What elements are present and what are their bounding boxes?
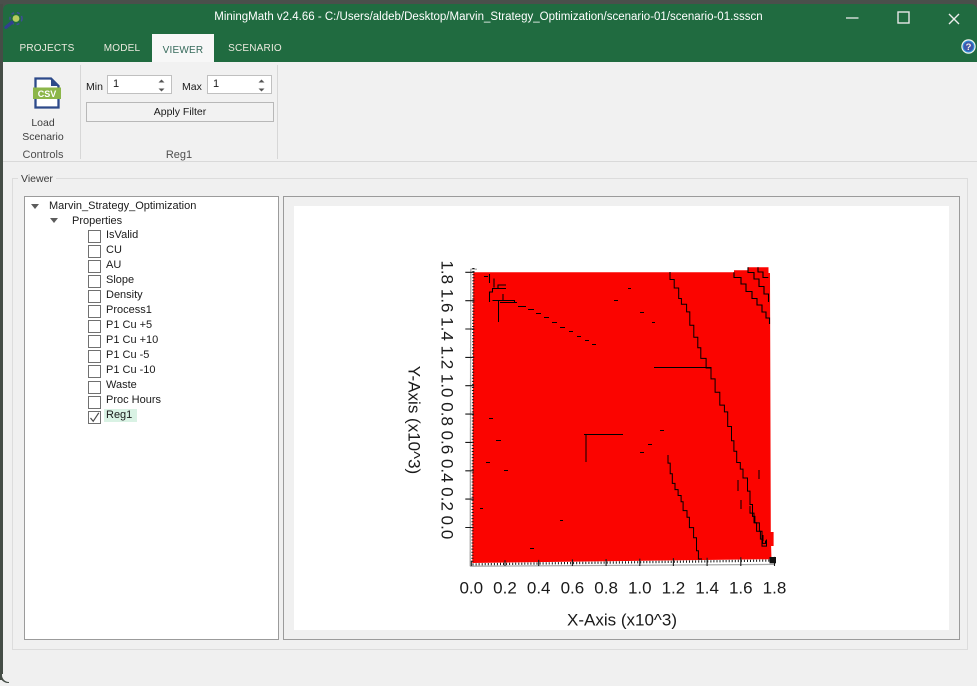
- svg-text:1.8: 1.8: [438, 260, 457, 284]
- svg-text:0.8: 0.8: [594, 578, 618, 597]
- svg-text:0.8: 0.8: [438, 402, 457, 426]
- svg-text:0.2: 0.2: [438, 487, 457, 511]
- svg-text:1.6: 1.6: [438, 289, 457, 313]
- svg-text:1.6: 1.6: [729, 578, 753, 597]
- svg-text:X-Axis (x10^3): X-Axis (x10^3): [567, 611, 677, 630]
- svg-text:0.0: 0.0: [438, 516, 457, 540]
- svg-text:1.2: 1.2: [662, 578, 686, 597]
- svg-text:0.2: 0.2: [493, 578, 517, 597]
- svg-text:1.4: 1.4: [438, 317, 457, 341]
- svg-text:0.6: 0.6: [438, 431, 457, 455]
- svg-text:0.4: 0.4: [527, 578, 551, 597]
- svg-text:1.0: 1.0: [628, 578, 652, 597]
- svg-text:0.6: 0.6: [561, 578, 585, 597]
- svg-text:?: ?: [966, 42, 972, 53]
- svg-text:1.0: 1.0: [438, 374, 457, 398]
- svg-text:0.4: 0.4: [438, 459, 457, 483]
- svg-text:1.4: 1.4: [695, 578, 719, 597]
- svg-text:CSV: CSV: [38, 89, 57, 99]
- svg-text:1.8: 1.8: [763, 578, 787, 597]
- svg-text:1.2: 1.2: [438, 346, 457, 370]
- svg-text:Y-Axis (x10^3): Y-Axis (x10^3): [405, 366, 424, 474]
- svg-text:0.0: 0.0: [459, 578, 483, 597]
